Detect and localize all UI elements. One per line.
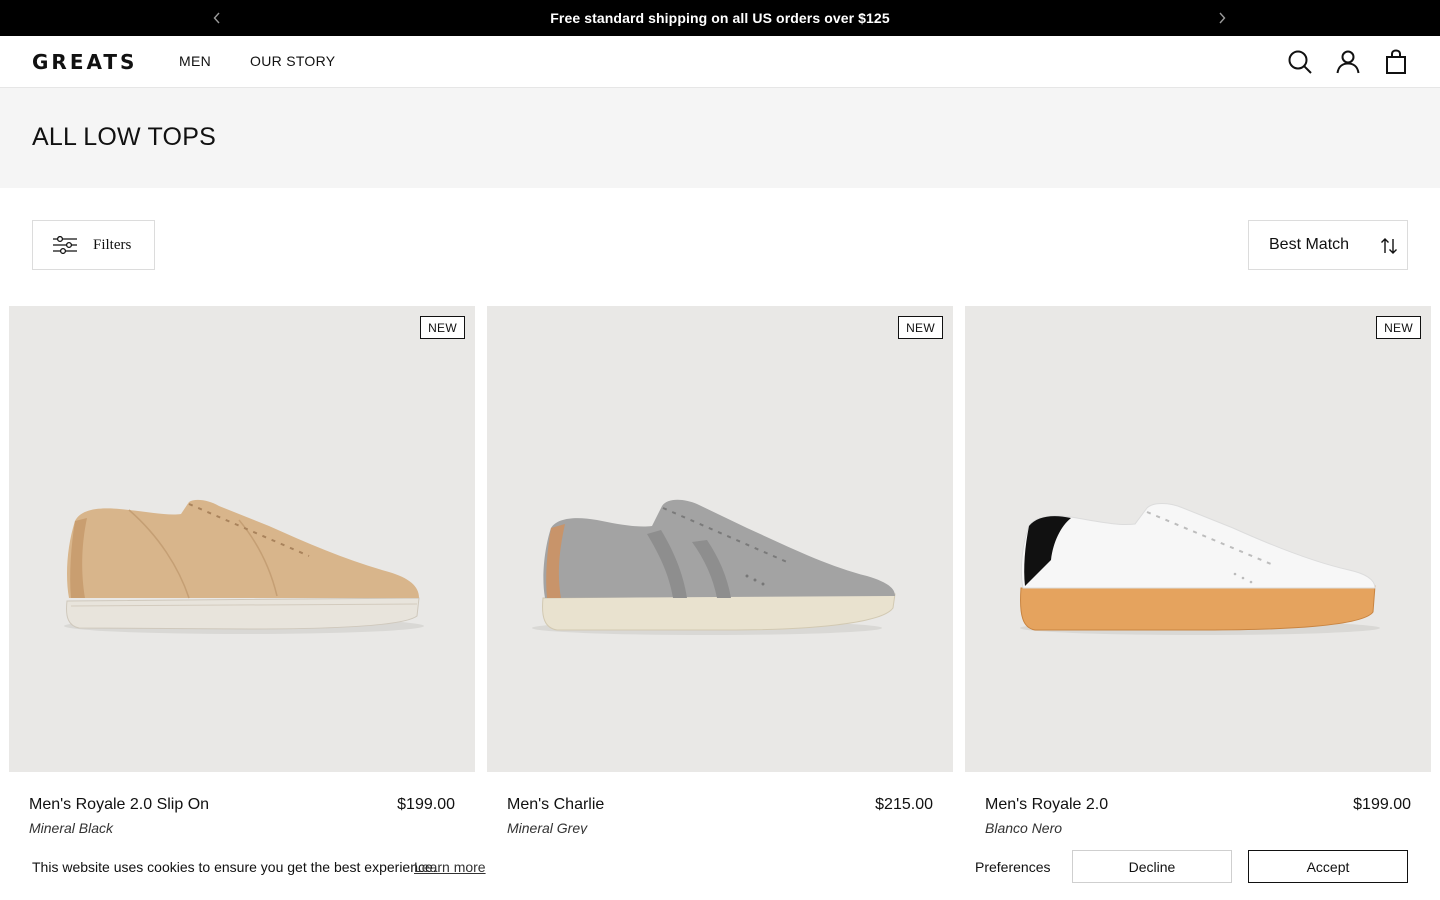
cookie-message: This website uses cookies to ensure you …: [32, 859, 437, 875]
product-card[interactable]: NEW Men's Royale 2.0 $199.00 Blanco Nero: [965, 306, 1431, 836]
new-badge: NEW: [420, 316, 465, 339]
chevron-right-icon[interactable]: [1212, 8, 1232, 28]
announcement-bar: Free standard shipping on all US orders …: [0, 0, 1440, 36]
nav-our-story[interactable]: OUR STORY: [250, 53, 335, 69]
tan-sneaker-image: [64, 499, 424, 634]
product-name[interactable]: Men's Royale 2.0: [985, 796, 1108, 814]
cookie-banner: This website uses cookies to ensure you …: [0, 834, 1440, 900]
product-card[interactable]: NEW Men's Royale 2.0 Slip On $199.00 Min…: [9, 306, 475, 836]
product-name[interactable]: Men's Charlie: [507, 796, 604, 814]
new-badge: NEW: [898, 316, 943, 339]
product-name[interactable]: Men's Royale 2.0 Slip On: [29, 796, 209, 814]
nav-men[interactable]: MEN: [179, 53, 211, 69]
decline-button[interactable]: Decline: [1072, 850, 1232, 883]
product-image[interactable]: NEW: [965, 306, 1431, 772]
filters-label: Filters: [93, 236, 132, 253]
learn-more-link[interactable]: Learn more: [414, 859, 486, 875]
collection-header: ALL LOW TOPS: [0, 88, 1440, 188]
account-icon[interactable]: [1334, 48, 1362, 76]
product-price: $199.00: [397, 796, 455, 813]
preferences-button[interactable]: Preferences: [975, 859, 1050, 875]
bag-icon[interactable]: [1382, 48, 1410, 76]
search-icon[interactable]: [1286, 48, 1314, 76]
product-image[interactable]: NEW: [9, 306, 475, 772]
grey-sneaker-image: [532, 499, 896, 635]
product-card[interactable]: NEW Men's Charlie $215.00 Mineral Grey: [487, 306, 953, 836]
product-image[interactable]: NEW: [487, 306, 953, 772]
accept-button[interactable]: Accept: [1248, 850, 1408, 883]
sort-select[interactable]: Best Match: [1248, 220, 1408, 270]
sort-arrows-icon: [1380, 237, 1398, 255]
product-price: $215.00: [875, 796, 933, 813]
new-badge: NEW: [1376, 316, 1421, 339]
filters-button[interactable]: Filters: [32, 220, 155, 270]
page-title: ALL LOW TOPS: [32, 123, 216, 151]
product-price: $199.00: [1353, 796, 1411, 813]
site-header: GREATS MEN OUR STORY: [0, 36, 1440, 88]
white-sneaker-image: [1020, 503, 1380, 635]
sliders-icon: [53, 233, 77, 257]
sort-label: Best Match: [1269, 236, 1350, 253]
brand-logo[interactable]: GREATS: [32, 50, 137, 74]
